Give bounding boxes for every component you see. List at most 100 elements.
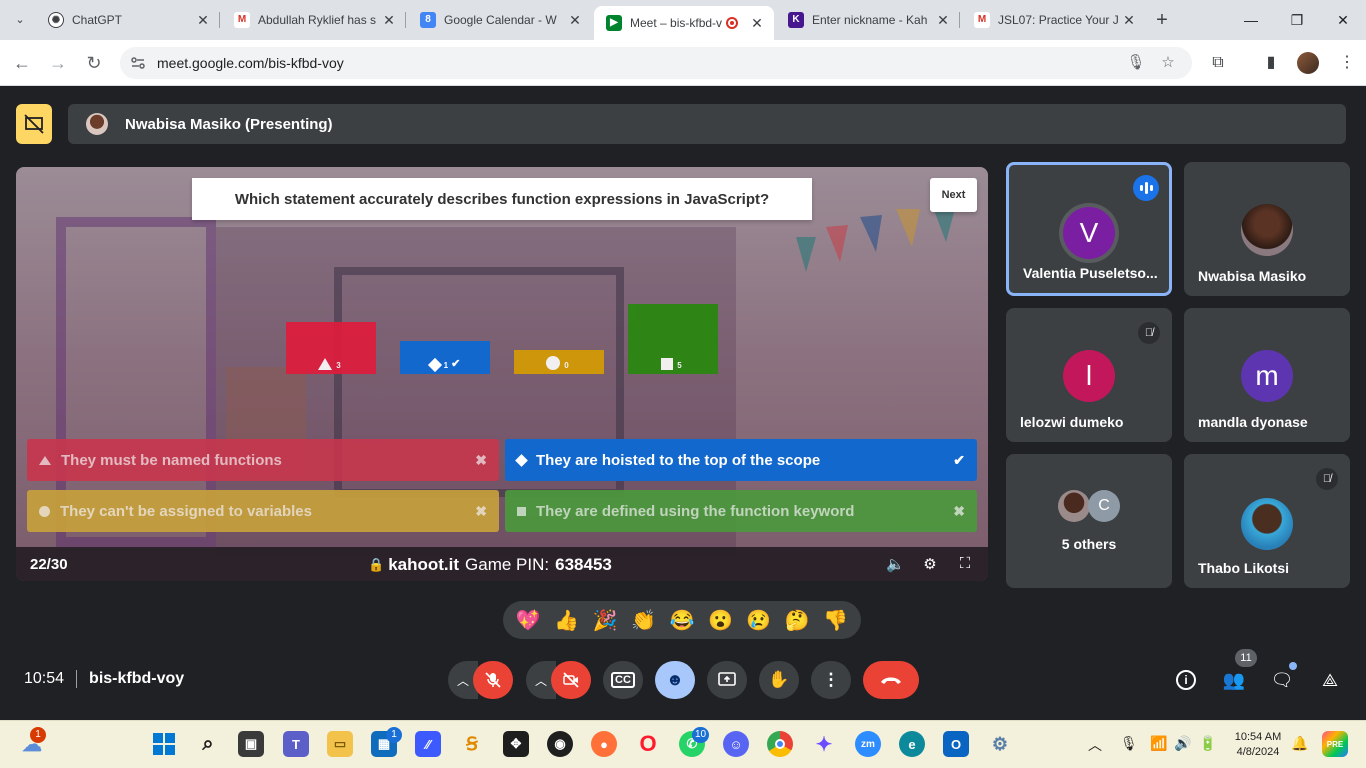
zoom-icon[interactable]: zm [855,731,881,757]
tab-title: Google Calendar - W [444,13,557,27]
teams-icon[interactable]: T [283,731,309,757]
volume-icon[interactable]: 🔈 [886,555,905,573]
tab-kahoot[interactable]: K Enter nickname - Kah ✕ [776,0,960,40]
search-icon[interactable]: ⌕ [195,731,221,757]
chat-button[interactable]: 🗨 [1268,666,1296,694]
meeting-code: bis-kfbd-voy [89,670,185,687]
participant-tile-others[interactable]: C 5 others [1006,454,1172,588]
microphone-icon[interactable]: 🎙 [1126,53,1146,73]
address-bar[interactable]: meet.google.com/bis-kfbd-voy 🎙 ☆ [120,47,1192,79]
close-tab-icon[interactable]: ✕ [1120,12,1138,29]
activities-button[interactable]: ⟁ [1316,666,1344,694]
reaction-thumbs-up[interactable]: 👍 [549,608,585,633]
incorrect-icon: ✖ [475,451,487,468]
reaction-sad[interactable]: 😢 [741,608,777,633]
fullscreen-icon[interactable]: ⛶ [956,555,974,572]
raise-hand-button[interactable]: ✋ [759,661,799,699]
volume-tray-icon[interactable]: 🔊 [1174,735,1191,752]
presentation-icon[interactable] [16,104,52,144]
edge-icon[interactable]: e [899,731,925,757]
diamond-icon [427,357,442,373]
notifications-bell-icon[interactable]: 🔔 [1291,735,1308,752]
tab-chatgpt[interactable]: ✺ ChatGPT ✕ [36,0,220,40]
participant-tile-mandla[interactable]: m mandla dyonase [1184,308,1350,442]
settings-gear-icon[interactable]: ⚙ [921,555,939,573]
tab-search-dropdown-icon[interactable]: ⌄ [8,8,32,32]
leave-call-button[interactable] [863,661,919,699]
copilot-preview-icon[interactable]: PRE [1322,731,1348,757]
gemini-icon[interactable]: ✦ [811,731,837,757]
browser-toolbar: ← → ↻ meet.google.com/bis-kfbd-voy 🎙 ☆ ⧉… [0,40,1366,86]
tab-title: Enter nickname - Kah [812,13,928,27]
close-window-icon[interactable]: ✕ [1320,0,1366,40]
participant-tile-valentia[interactable]: V Valentia Puseletso... [1006,162,1172,296]
close-tab-icon[interactable]: ✕ [934,12,952,29]
reaction-clap[interactable]: 👏 [626,608,662,633]
tab-gmail-abdullah[interactable]: M Abdullah Ryklief has s ✕ [222,0,406,40]
participant-tile-thabo[interactable]: 🎙̸ Thabo Likotsi [1184,454,1350,588]
file-explorer-icon[interactable]: ▭ [327,731,353,757]
answer-text: They are hoisted to the top of the scope [536,451,821,469]
profile-avatar[interactable] [1297,52,1319,74]
reaction-thumbs-down[interactable]: 👎 [818,608,854,633]
quiz-question: Which statement accurately describes fun… [192,178,812,220]
firefox-icon[interactable]: ● [591,731,617,757]
more-options-button[interactable]: ⋮ [811,661,851,699]
show-hidden-icons-chevron-icon[interactable]: ︿ [1088,735,1102,755]
new-tab-icon[interactable]: + [1150,8,1174,32]
present-screen-icon [718,672,736,686]
close-tab-icon[interactable]: ✕ [194,12,212,29]
discord-icon[interactable]: ☺ [723,731,749,757]
captions-button[interactable]: CC [603,661,643,699]
meeting-details-button[interactable]: i [1172,666,1200,694]
answer-option-circle: They can't be assigned to variables ✖ [27,490,499,532]
side-panel-icon[interactable]: ▮ [1260,52,1282,74]
next-button[interactable]: Next [930,178,977,212]
chrome-icon[interactable] [767,731,793,757]
tab-google-calendar[interactable]: 8 Google Calendar - W ✕ [408,0,592,40]
reaction-heart[interactable]: 💖 [510,608,546,633]
participant-tile-lelozwi[interactable]: l 🎙̸ lelozwi dumeko [1006,308,1172,442]
back-icon[interactable]: ← [8,49,36,77]
tab-gmail-jsl07[interactable]: M JSL07: Practice Your J ✕ [962,0,1146,40]
extensions-icon[interactable]: ⧉ [1207,52,1229,74]
taskbar-clock[interactable]: 10:54 AM 4/8/2024 [1228,730,1288,760]
reactions-button[interactable]: ☻ [655,661,695,699]
github-icon[interactable]: ◉ [547,731,573,757]
start-windows-icon[interactable] [151,731,177,757]
outlook-icon[interactable]: O [943,731,969,757]
close-tab-icon[interactable]: ✕ [380,12,398,29]
reaction-party[interactable]: 🎉 [587,608,623,633]
app-icon[interactable]: ⁄⁄ [415,731,441,757]
more-menu-icon[interactable]: ⋮ [1336,52,1358,74]
close-tab-icon[interactable]: ✕ [748,15,766,32]
site-settings-icon[interactable] [130,55,146,71]
task-view-icon[interactable]: ▣ [238,731,264,757]
reaction-surprised[interactable]: 😮 [702,608,738,633]
microphone-tray-icon[interactable]: 🎙 [1120,735,1138,752]
mic-off-icon: 🎙̸ [1316,468,1338,490]
tab-meet[interactable]: ▶ Meet – bis-kfbd-v ✕ [594,6,774,40]
game-pin: 🔒 kahoot.it Game PIN: 638453 [368,555,612,575]
app-icon[interactable]: ⚙ [987,731,1013,757]
bookmark-star-icon[interactable]: ☆ [1158,53,1178,73]
reaction-thinking[interactable]: 🤔 [779,608,815,633]
app-icon[interactable]: Ꞩ [459,731,485,757]
reaction-laugh[interactable]: 😂 [664,608,700,633]
camera-off-button[interactable] [551,661,591,699]
close-tab-icon[interactable]: ✕ [566,12,584,29]
question-counter: 22/30 [30,556,68,573]
forward-icon[interactable]: → [44,49,72,77]
mic-off-button[interactable] [473,661,513,699]
participant-tile-nwabisa[interactable]: Nwabisa Masiko [1184,162,1350,296]
battery-icon[interactable]: 🔋 [1199,735,1216,752]
speaking-indicator-icon [1133,175,1159,201]
minimize-icon[interactable]: — [1228,0,1274,40]
figma-icon[interactable]: ✥ [503,731,529,757]
people-button[interactable]: 👥 [1220,666,1248,694]
reload-icon[interactable]: ↻ [80,49,108,77]
wifi-icon[interactable]: 📶 [1150,735,1167,752]
restore-icon[interactable]: ❐ [1274,0,1320,40]
present-button[interactable] [707,661,747,699]
opera-icon[interactable]: O [635,731,661,757]
